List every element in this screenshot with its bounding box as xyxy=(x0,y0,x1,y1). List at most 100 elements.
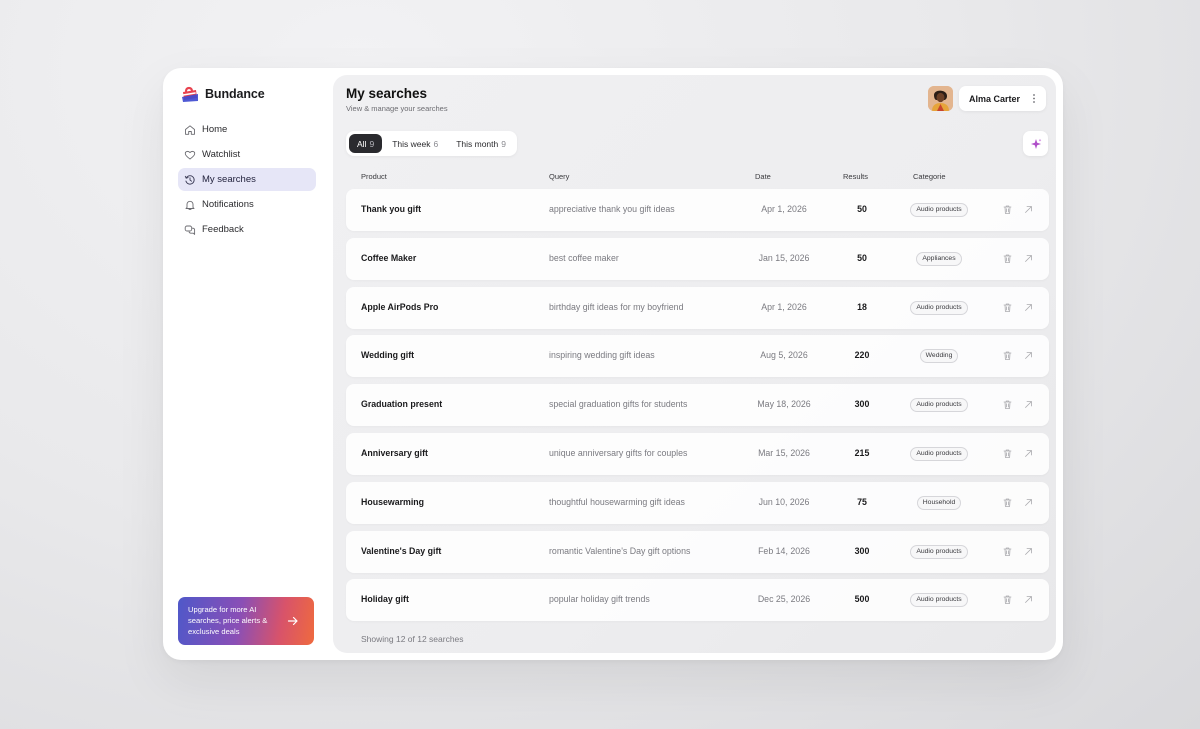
row-results: 300 xyxy=(854,399,870,410)
category-badge: Audio products xyxy=(910,544,968,559)
row-date: Feb 14, 2026 xyxy=(758,545,810,556)
sidebar-item-label: Notifications xyxy=(202,199,254,210)
sidebar-item-label: Watchlist xyxy=(202,149,241,160)
open-external-icon[interactable] xyxy=(1023,448,1034,459)
open-external-icon[interactable] xyxy=(1023,350,1034,361)
tab-label: This month xyxy=(456,138,499,149)
trash-icon[interactable] xyxy=(1002,350,1013,361)
trash-icon[interactable] xyxy=(1002,253,1013,264)
open-external-icon[interactable] xyxy=(1023,399,1034,410)
row-category: Wedding xyxy=(901,349,977,364)
row-product: Valentine's Day gift xyxy=(361,545,442,556)
main-panel: My searches View & manage your searches … xyxy=(333,75,1056,653)
open-external-icon[interactable] xyxy=(1023,302,1034,313)
table-row[interactable]: Holiday gift popular holiday gift trends… xyxy=(346,579,1049,622)
trash-icon[interactable] xyxy=(1002,448,1013,459)
avatar[interactable] xyxy=(928,86,953,111)
results-summary: Showing 12 of 12 searches xyxy=(361,634,464,644)
row-product: Coffee Maker xyxy=(361,252,417,263)
category-badge: Audio products xyxy=(910,446,968,461)
tab-this-month[interactable]: This month 9 xyxy=(448,134,514,153)
row-category: Household xyxy=(901,495,977,510)
row-category: Audio products xyxy=(901,446,977,461)
sidebar-item-watchlist[interactable]: Watchlist xyxy=(178,143,316,166)
row-date: Apr 1, 2026 xyxy=(761,204,807,214)
row-date: Jan 15, 2026 xyxy=(758,252,810,263)
trash-icon[interactable] xyxy=(1002,204,1013,215)
row-query: birthday gift ideas for my boyfriend xyxy=(549,301,684,312)
row-category: Audio products xyxy=(901,203,977,217)
row-date: Aug 5, 2026 xyxy=(760,350,808,361)
table-row[interactable]: Valentine's Day gift romantic Valentine'… xyxy=(346,530,1049,573)
open-external-icon[interactable] xyxy=(1023,594,1034,605)
table-row[interactable]: Graduation present special graduation gi… xyxy=(346,384,1049,427)
column-header-date[interactable]: Date xyxy=(755,172,771,181)
category-badge: Audio products xyxy=(910,398,968,413)
table-row[interactable]: Thank you gift appreciative thank you gi… xyxy=(346,189,1049,231)
row-product: Thank you gift xyxy=(361,204,422,214)
sidebar-item-notifications[interactable]: Notifications xyxy=(178,193,316,216)
row-product: Holiday gift xyxy=(361,594,409,605)
searches-table: Thank you gift appreciative thank you gi… xyxy=(346,189,1049,628)
row-query: thoughtful housewarming gift ideas xyxy=(549,496,685,507)
upgrade-banner[interactable]: Upgrade for more AI searches, price aler… xyxy=(178,597,314,645)
table-row[interactable]: Housewarming thoughtful housewarming gif… xyxy=(346,481,1049,524)
trash-icon[interactable] xyxy=(1002,594,1013,605)
table-row[interactable]: Anniversary gift unique anniversary gift… xyxy=(346,432,1049,475)
ai-sparkle-button[interactable] xyxy=(1023,131,1048,156)
column-header-category[interactable]: Categorie xyxy=(913,172,946,181)
tab-this-week[interactable]: This week 6 xyxy=(384,134,446,153)
user-name: Alma Carter xyxy=(969,93,1021,104)
trash-icon[interactable] xyxy=(1002,399,1013,410)
tab-count: 6 xyxy=(433,138,439,149)
sidebar: Bundance Home Watchlist My searches Noti… xyxy=(163,68,333,660)
row-category: Audio products xyxy=(901,544,977,559)
open-external-icon[interactable] xyxy=(1023,546,1034,557)
category-badge: Audio products xyxy=(910,593,968,608)
brand[interactable]: Bundance xyxy=(180,84,265,104)
column-header-query[interactable]: Query xyxy=(549,172,569,181)
tab-all[interactable]: All 9 xyxy=(349,134,383,153)
table-header: Product Query Date Results Categorie xyxy=(346,172,1049,184)
category-badge: Audio products xyxy=(910,203,968,217)
tab-count: 9 xyxy=(501,138,506,149)
row-query: inspiring wedding gift ideas xyxy=(549,350,655,361)
column-header-results[interactable]: Results xyxy=(843,172,868,181)
table-row[interactable]: Coffee Maker best coffee maker Jan 15, 2… xyxy=(346,237,1049,280)
tab-label: All xyxy=(357,138,367,149)
row-results: 75 xyxy=(857,496,867,507)
sidebar-item-home[interactable]: Home xyxy=(178,118,316,141)
sidebar-item-my-searches[interactable]: My searches xyxy=(178,168,316,191)
row-results: 50 xyxy=(857,252,867,263)
row-category: Audio products xyxy=(901,300,977,315)
row-product: Graduation present xyxy=(361,399,443,410)
app-window: Bundance Home Watchlist My searches Noti… xyxy=(163,68,1063,660)
page-title: My searches xyxy=(346,86,428,101)
row-results: 18 xyxy=(857,301,867,312)
table-row[interactable]: Wedding gift inspiring wedding gift idea… xyxy=(346,335,1049,378)
row-query: unique anniversary gifts for couples xyxy=(549,447,688,458)
open-external-icon[interactable] xyxy=(1023,253,1034,264)
trash-icon[interactable] xyxy=(1002,497,1013,508)
row-results: 220 xyxy=(854,350,870,361)
row-results: 50 xyxy=(857,204,867,214)
trash-icon[interactable] xyxy=(1002,546,1013,557)
table-row[interactable]: Apple AirPods Pro birthday gift ideas fo… xyxy=(346,286,1049,329)
chat-icon xyxy=(184,224,196,236)
bundance-logo-icon xyxy=(182,86,198,102)
row-results: 500 xyxy=(854,594,870,605)
category-badge: Appliances xyxy=(916,251,962,266)
row-date: Dec 25, 2026 xyxy=(757,594,811,605)
row-date: May 18, 2026 xyxy=(757,399,811,410)
user-menu-button[interactable]: Alma Carter xyxy=(959,86,1046,111)
row-product: Apple AirPods Pro xyxy=(361,301,439,312)
sidebar-item-feedback[interactable]: Feedback xyxy=(178,218,316,241)
row-date: Mar 15, 2026 xyxy=(758,447,810,458)
bell-icon xyxy=(184,199,196,211)
open-external-icon[interactable] xyxy=(1023,204,1034,215)
open-external-icon[interactable] xyxy=(1023,497,1034,508)
column-header-product[interactable]: Product xyxy=(361,172,387,181)
trash-icon[interactable] xyxy=(1002,302,1013,313)
row-category: Audio products xyxy=(901,593,977,608)
row-date: Apr 1, 2026 xyxy=(761,301,807,312)
